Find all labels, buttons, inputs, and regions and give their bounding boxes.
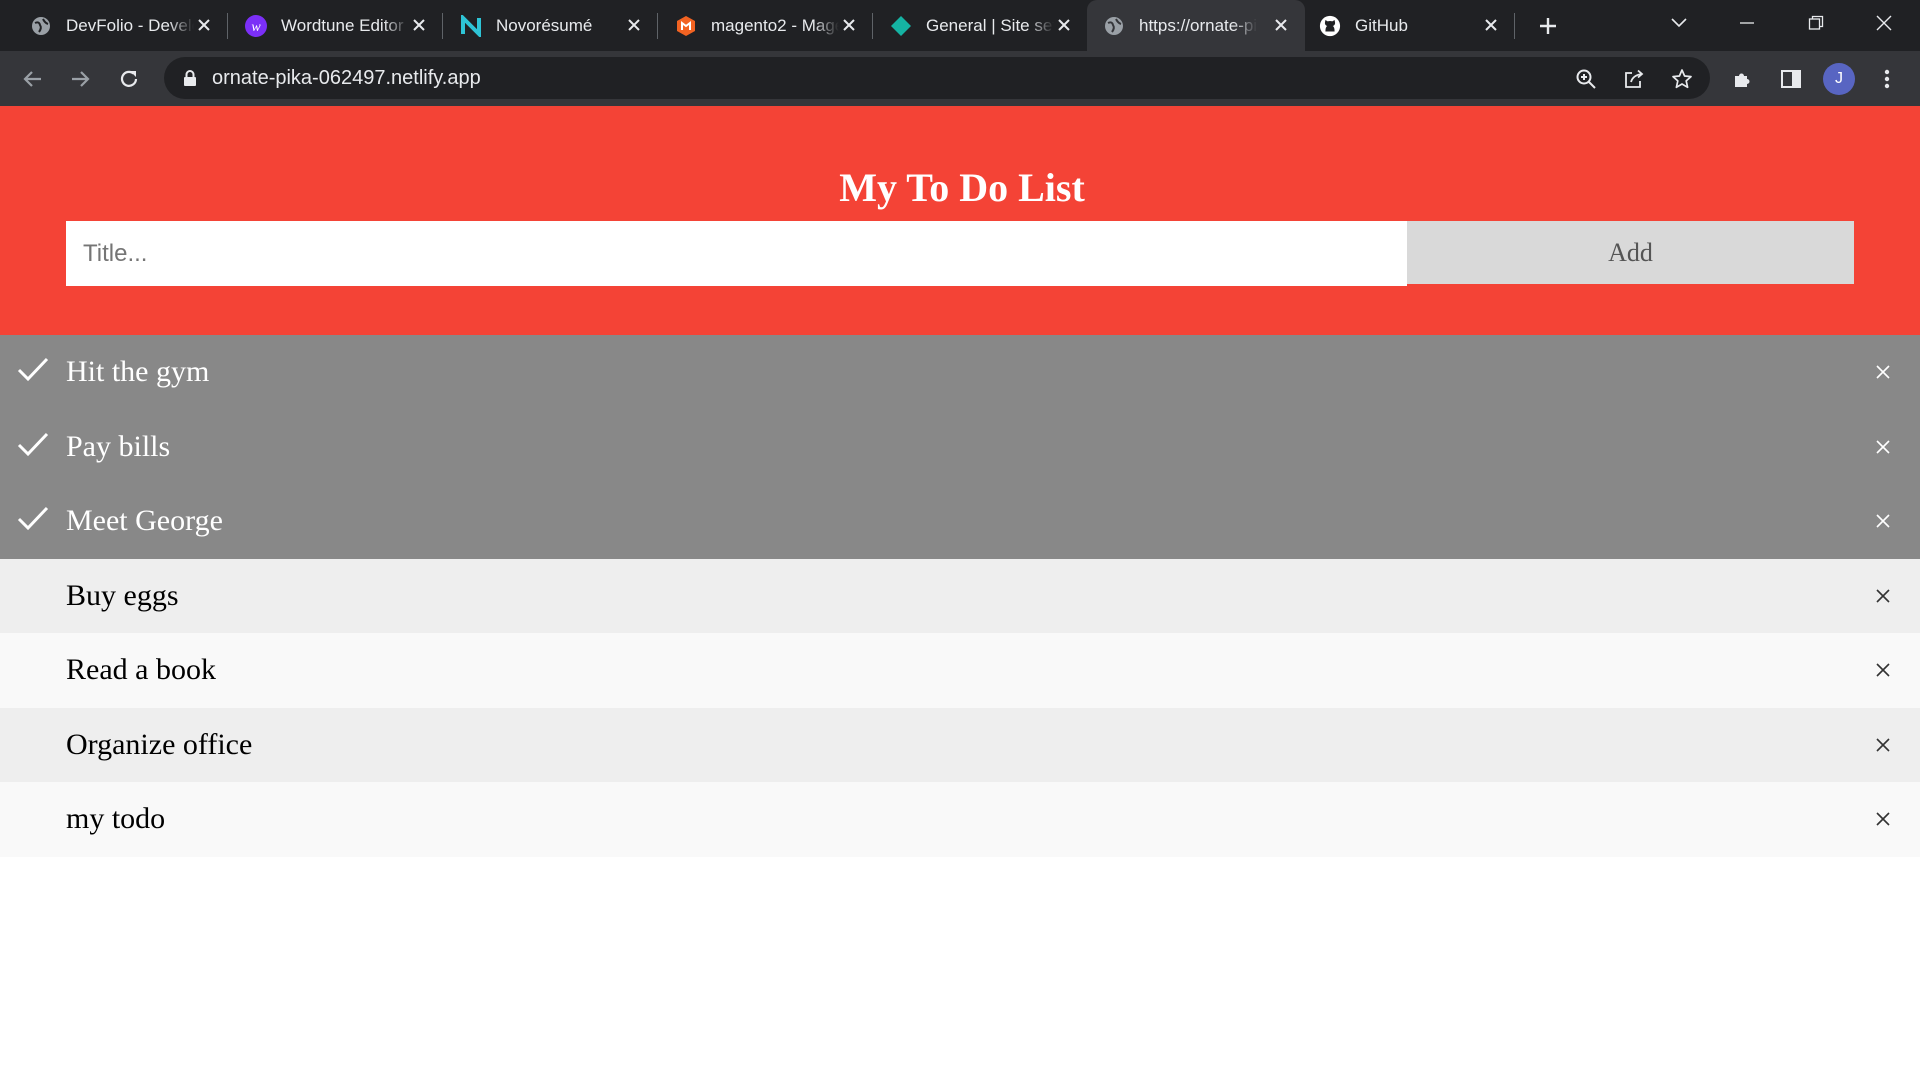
checkmark-icon (16, 355, 50, 385)
browser-tab[interactable]: magento2 - Magento (645, 0, 873, 51)
restore-window-icon[interactable] (1798, 8, 1834, 38)
lock-icon[interactable] (182, 70, 198, 86)
address-bar[interactable]: ornate-pika-062497.netlify.app (164, 57, 1710, 99)
close-tab-icon[interactable] (407, 13, 431, 37)
todo-item[interactable]: Buy eggs (0, 558, 1920, 633)
side-panel-icon[interactable] (1776, 64, 1806, 94)
close-tab-icon[interactable] (1052, 13, 1076, 37)
close-tab-icon[interactable] (622, 13, 646, 37)
todo-item[interactable]: Meet George (0, 484, 1920, 559)
globe-icon (30, 15, 52, 37)
bookmark-star-icon[interactable] (1669, 66, 1695, 92)
delete-close-icon[interactable] (1872, 361, 1894, 383)
close-tab-icon[interactable] (837, 13, 861, 37)
todo-item[interactable]: Hit the gym (0, 335, 1920, 410)
delete-close-icon[interactable] (1872, 436, 1894, 458)
profile-avatar[interactable]: J (1823, 63, 1855, 95)
browser-tab[interactable]: GitHub (1305, 0, 1515, 51)
todo-item[interactable]: Read a book (0, 633, 1920, 708)
tab-title: https://ornate-pika (1139, 15, 1257, 35)
todo-header: My To Do List Add (0, 106, 1920, 335)
tab-title: magento2 - Magento (711, 15, 839, 35)
kebab-menu-icon[interactable] (1872, 64, 1902, 94)
todo-item[interactable]: Organize office (0, 707, 1920, 782)
todo-item-text: Meet George (66, 504, 223, 538)
zoom-icon[interactable] (1573, 66, 1599, 92)
magento-icon (675, 15, 697, 37)
close-tab-icon[interactable] (192, 13, 216, 37)
todo-list: Hit the gym Pay bills Meet George Buy eggs R… (0, 335, 1920, 857)
delete-close-icon[interactable] (1872, 808, 1894, 830)
todo-item-text: my todo (66, 802, 166, 836)
wordtune-icon: w (245, 14, 267, 37)
todo-item-text: Buy eggs (66, 578, 179, 612)
add-button[interactable]: Add (1407, 221, 1854, 284)
todo-item-text: Hit the gym (66, 355, 210, 389)
checkmark-icon (16, 430, 50, 460)
page-title: My To Do List (839, 165, 1085, 210)
tab-title: Wordtune Editor (281, 15, 404, 35)
globe-icon (1103, 15, 1125, 37)
netlify-icon (890, 15, 912, 37)
tab-title: DevFolio - Developer (66, 15, 194, 35)
checkmark-icon (16, 504, 50, 534)
forward-arrow-icon[interactable] (66, 64, 96, 94)
browser-tab-strip: DevFolio - Developer w Wordtune Editor N… (0, 0, 1920, 51)
tab-separator (1514, 13, 1515, 39)
todo-title-input[interactable] (66, 221, 1407, 286)
back-arrow-icon[interactable] (17, 64, 47, 94)
svg-text:w: w (251, 20, 261, 35)
todo-item[interactable]: Pay bills (0, 409, 1920, 484)
github-icon (1319, 15, 1341, 37)
todo-item-text: Read a book (66, 653, 216, 687)
delete-close-icon[interactable] (1872, 734, 1894, 756)
tab-search-chevron-down-icon[interactable] (1661, 8, 1697, 38)
extensions-puzzle-icon[interactable] (1728, 64, 1758, 94)
tab-title: General | Site settings (926, 15, 1054, 35)
delete-close-icon[interactable] (1872, 659, 1894, 681)
browser-tab[interactable]: General | Site settings (860, 0, 1088, 51)
todo-item-text: Pay bills (66, 429, 171, 463)
minimize-icon[interactable] (1729, 8, 1765, 38)
delete-close-icon[interactable] (1872, 510, 1894, 532)
delete-close-icon[interactable] (1872, 585, 1894, 607)
close-tab-icon[interactable] (1269, 13, 1293, 37)
close-window-icon[interactable] (1866, 8, 1902, 38)
close-tab-icon[interactable] (1479, 13, 1503, 37)
browser-toolbar: ornate-pika-062497.netlify.app J (0, 51, 1920, 106)
new-tab-plus-icon[interactable] (1534, 12, 1562, 40)
url-text: ornate-pika-062497.netlify.app (212, 66, 481, 89)
todo-item[interactable]: my todo (0, 782, 1920, 857)
novoresume-icon (460, 14, 482, 37)
tab-title: GitHub (1355, 15, 1408, 35)
tab-title: Novorésumé (496, 15, 593, 35)
browser-tab[interactable]: DevFolio - Developer (0, 0, 228, 51)
todo-item-text: Organize office (66, 727, 253, 761)
browser-tab[interactable]: Novorésumé (430, 0, 658, 51)
browser-tab-active[interactable]: https://ornate-pika (1087, 0, 1305, 51)
browser-tab[interactable]: w Wordtune Editor (215, 0, 443, 51)
reload-icon[interactable] (114, 64, 144, 94)
share-icon[interactable] (1621, 66, 1647, 92)
